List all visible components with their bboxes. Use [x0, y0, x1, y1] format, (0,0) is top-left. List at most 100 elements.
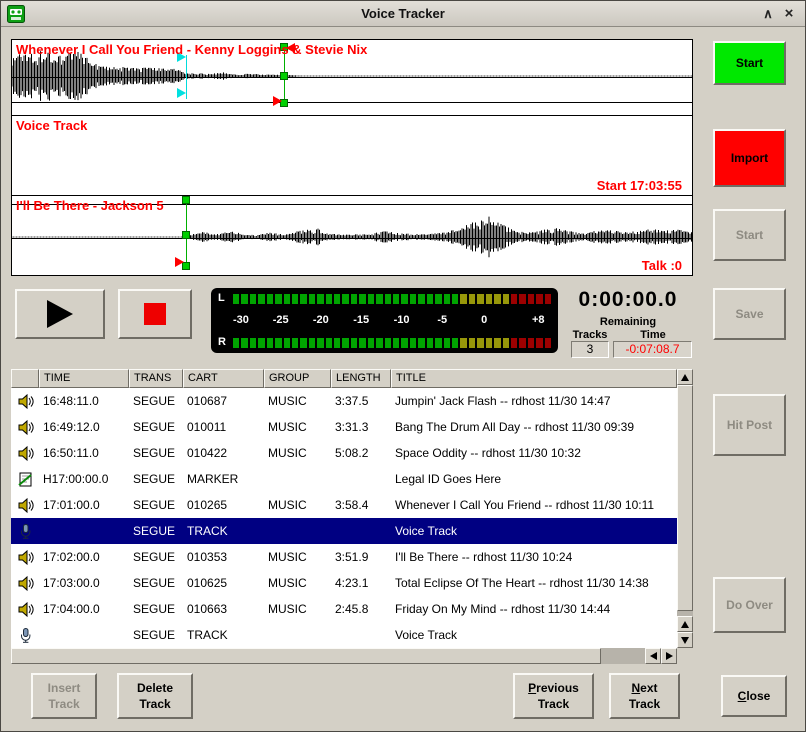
cell-title: Total Eclipse Of The Heart -- rdhost 11/… — [391, 570, 677, 596]
fade-marker-handle[interactable] — [177, 88, 186, 98]
hscroll-thumb[interactable] — [11, 648, 601, 664]
next-track-button[interactable]: Next Track — [609, 673, 680, 719]
cell-group: MUSIC — [264, 492, 331, 518]
close-button[interactable]: Close — [721, 675, 787, 717]
do-over-button[interactable]: Do Over — [713, 577, 786, 633]
previous-track-button[interactable]: Previous Track — [513, 673, 594, 719]
tracks-remaining-value: 3 — [571, 341, 609, 358]
up-arrow-icon — [681, 621, 689, 628]
meter-led — [284, 338, 290, 348]
track-boundary-handle[interactable] — [182, 196, 190, 204]
time-remaining-value: -0:07:08.7 — [613, 341, 692, 358]
cell-time: 17:04:00.0 — [39, 596, 129, 622]
track-panel-3[interactable]: I'll Be There - Jackson 5 Talk :0 — [11, 195, 693, 276]
meter-led — [376, 294, 382, 304]
log-row[interactable]: SEGUETRACKVoice Track — [11, 622, 677, 648]
segue-marker[interactable] — [273, 96, 282, 106]
play-button[interactable] — [15, 289, 105, 339]
track-boundary-handle[interactable] — [182, 231, 190, 239]
cell-title: Voice Track — [391, 622, 677, 648]
time-remaining-label: Time — [614, 329, 692, 341]
cell-title: Legal ID Goes Here — [391, 466, 677, 492]
meter-led — [334, 338, 340, 348]
cell-title: I'll Be There -- rdhost 11/30 10:24 — [391, 544, 677, 570]
meter-led — [519, 338, 525, 348]
log-row[interactable]: 17:03:00.0SEGUE010625MUSIC4:23.1Total Ec… — [11, 570, 677, 596]
log-row[interactable]: 16:49:12.0SEGUE010011MUSIC3:31.3Bang The… — [11, 414, 677, 440]
log-header: TIMETRANSCARTGROUPLENGTHTITLE — [11, 369, 677, 388]
meter-led — [486, 294, 492, 304]
cell-trans: SEGUE — [129, 466, 183, 492]
meter-led — [250, 338, 256, 348]
meter-led — [309, 338, 315, 348]
track-title-1: Whenever I Call You Friend - Kenny Loggi… — [16, 42, 367, 57]
cell-length — [331, 518, 391, 544]
meter-led — [528, 294, 534, 304]
cell-length — [331, 466, 391, 492]
start-track2-button[interactable]: Start — [713, 209, 786, 261]
cell-trans: SEGUE — [129, 492, 183, 518]
insert-track-button[interactable]: Insert Track — [31, 673, 97, 719]
stop-button[interactable] — [118, 289, 192, 339]
track-boundary-handle[interactable] — [280, 72, 288, 80]
delete-label2: Track — [139, 696, 170, 712]
segue-marker[interactable] — [175, 257, 184, 267]
meter-led — [284, 294, 290, 304]
cell-title: Jumpin' Jack Flash -- rdhost 11/30 14:47 — [391, 388, 677, 414]
log-row[interactable]: 16:50:11.0SEGUE010422MUSIC5:08.2Space Od… — [11, 440, 677, 466]
cell-trans: SEGUE — [129, 596, 183, 622]
titlebar[interactable]: Voice Tracker ∧ × — [1, 1, 805, 27]
hscroll-track[interactable] — [601, 648, 645, 664]
meter-led — [486, 338, 492, 348]
track-panel-1[interactable]: Whenever I Call You Friend - Kenny Loggi… — [11, 39, 693, 116]
speaker-icon — [17, 575, 34, 592]
log-row[interactable]: 16:48:11.0SEGUE010687MUSIC3:37.5Jumpin' … — [11, 388, 677, 414]
scroll-up-button[interactable] — [677, 369, 693, 385]
waveform-path — [12, 217, 692, 258]
meter-led — [385, 338, 391, 348]
column-header-time: TIME — [39, 369, 129, 388]
meter-led — [317, 294, 323, 304]
save-button[interactable]: Save — [713, 288, 786, 340]
meter-led — [385, 294, 391, 304]
close-window-button[interactable]: × — [780, 5, 798, 23]
insert-label: Insert — [48, 681, 81, 695]
scroll-left-button[interactable] — [645, 648, 661, 664]
meter-led — [258, 338, 264, 348]
horizontal-scrollbar[interactable] — [11, 648, 677, 664]
log-row[interactable]: 17:02:00.0SEGUE010353MUSIC3:51.9I'll Be … — [11, 544, 677, 570]
meter-led — [250, 294, 256, 304]
meter-led — [376, 338, 382, 348]
log-row[interactable]: SEGUETRACKVoice Track — [11, 518, 677, 544]
cell-length: 4:23.1 — [331, 570, 391, 596]
cell-group: MUSIC — [264, 414, 331, 440]
cell-cart: 010422 — [183, 440, 264, 466]
meter-led — [410, 338, 416, 348]
shade-button[interactable]: ∧ — [759, 5, 777, 23]
log-row[interactable]: H17:00:00.0SEGUEMARKERLegal ID Goes Here — [11, 466, 677, 492]
vertical-scrollbar[interactable] — [677, 369, 693, 648]
cell-trans: SEGUE — [129, 518, 183, 544]
hit-post-button[interactable]: Hit Post — [713, 394, 786, 456]
log-row[interactable]: 17:01:00.0SEGUE010265MUSIC3:58.4Whenever… — [11, 492, 677, 518]
cell-icon — [11, 492, 39, 518]
cell-group: MUSIC — [264, 596, 331, 622]
delete-track-button[interactable]: Delete Track — [117, 673, 193, 719]
scroll-right-button[interactable] — [661, 648, 677, 664]
cell-cart: 010687 — [183, 388, 264, 414]
scroll-down-button[interactable] — [677, 632, 693, 648]
meter-led — [326, 294, 332, 304]
cell-icon — [11, 622, 39, 648]
up-arrow-icon — [681, 374, 689, 381]
cell-length: 2:45.8 — [331, 596, 391, 622]
scroll-up-button2[interactable] — [677, 616, 693, 632]
import-button[interactable]: Import — [713, 129, 786, 187]
speaker-icon — [17, 601, 34, 618]
cell-group — [264, 518, 331, 544]
start-track1-button[interactable]: Start — [713, 41, 786, 85]
marker-icon — [17, 471, 34, 488]
meter-led — [292, 294, 298, 304]
track-panel-2[interactable]: Voice Track Start 17:03:55 — [11, 115, 693, 196]
vscroll-thumb[interactable] — [677, 385, 693, 611]
log-row[interactable]: 17:04:00.0SEGUE010663MUSIC2:45.8Friday O… — [11, 596, 677, 622]
